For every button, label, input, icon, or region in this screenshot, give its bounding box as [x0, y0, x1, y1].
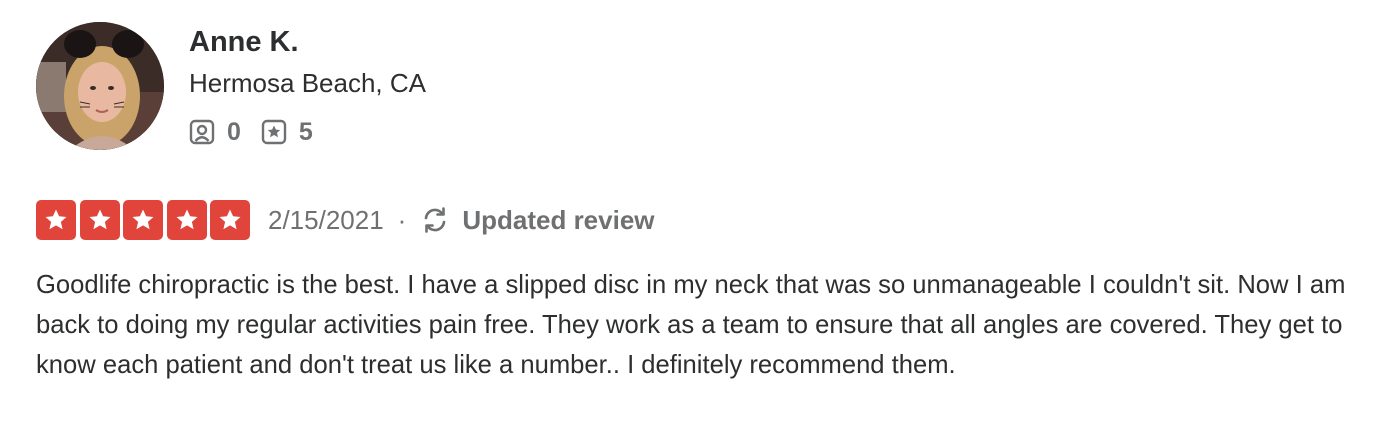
rating-row: 2/15/2021 · Updated review	[36, 199, 655, 241]
star-2	[79, 200, 120, 240]
star-rating	[36, 200, 250, 240]
star-icon	[132, 209, 154, 230]
separator-dot: ·	[397, 205, 407, 235]
star-3	[123, 200, 163, 240]
star-icon	[176, 209, 197, 230]
reviews-count: 5	[298, 118, 313, 146]
star-1	[36, 200, 76, 240]
star-icon	[89, 209, 110, 230]
updated-review-label: Updated review	[462, 205, 655, 235]
avatar[interactable]	[36, 22, 164, 150]
review-star-icon	[261, 119, 287, 145]
reviewer-name[interactable]: Anne K.	[189, 24, 299, 60]
star-4	[166, 200, 207, 240]
review-card: Anne K. Hermosa Beach, CA 0 5 2/15/2021 …	[0, 0, 1396, 440]
reviewer-stats: 0 5	[189, 116, 333, 148]
star-icon	[45, 209, 67, 230]
star-icon	[219, 209, 241, 230]
review-text: Goodlife chiropractic is the best. I hav…	[36, 271, 1346, 379]
friends-count: 0	[227, 118, 241, 146]
reviewer-location: Hermosa Beach, CA	[189, 68, 426, 98]
star-5	[210, 200, 250, 240]
refresh-icon	[420, 205, 450, 235]
friends-icon	[189, 119, 215, 145]
friends-stat: 0	[189, 117, 241, 147]
reviews-stat: 5	[261, 117, 313, 147]
updated-review-link[interactable]: Updated review	[420, 203, 655, 237]
avatar-photo	[36, 22, 164, 150]
review-date: 2/15/2021	[268, 205, 384, 235]
